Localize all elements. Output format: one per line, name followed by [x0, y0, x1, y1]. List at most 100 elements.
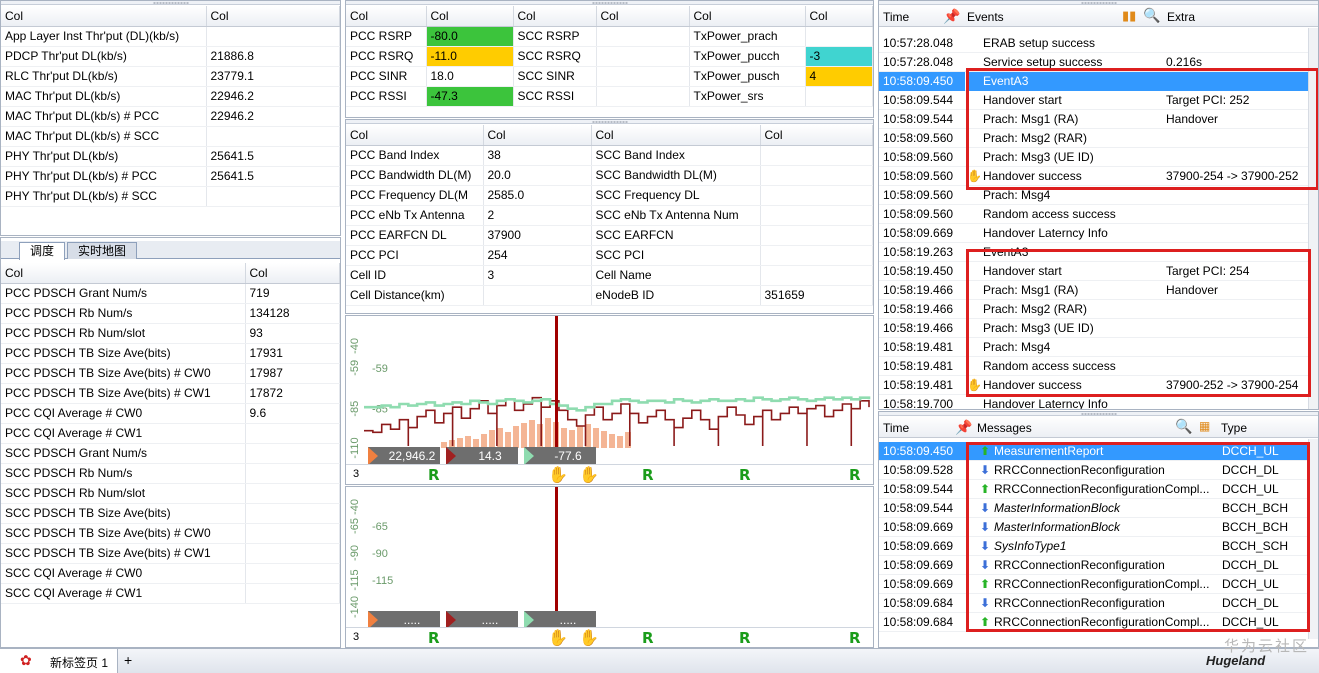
- reselection-r-icon[interactable]: R: [428, 629, 440, 647]
- signal-chart-top[interactable]: -40 -59 -59 -85 -85 -110 22,946.2 14.3 -77.6 …: [345, 315, 874, 485]
- reselection-r-icon[interactable]: R: [739, 629, 751, 647]
- column-header[interactable]: Col: [760, 125, 873, 146]
- table-row[interactable]: SCC PDSCH Rb Num/s: [1, 463, 340, 484]
- handover-hand-icon[interactable]: ✋: [548, 628, 568, 647]
- column-header[interactable]: Col: [245, 263, 340, 284]
- column-header-time[interactable]: Time: [883, 10, 909, 24]
- events-scrollbar[interactable]: [1308, 28, 1318, 409]
- handover-hand-icon[interactable]: ✋: [579, 628, 599, 647]
- table-row[interactable]: PCC PDSCH TB Size Ave(bits) 17931: [1, 343, 340, 364]
- event-row[interactable]: 10:58:19.450 Handover start Target PCI: 25…: [879, 262, 1308, 281]
- event-row[interactable]: 10:58:09.560 ✋ Handover success 37900-254 -…: [879, 167, 1308, 186]
- message-row[interactable]: 10:58:09.528 ⬇ RRCConnectionReconfiguratio…: [879, 461, 1308, 480]
- table-row[interactable]: SCC PDSCH TB Size Ave(bits) # CW0: [1, 523, 340, 544]
- table-row[interactable]: SCC PDSCH Grant Num/s: [1, 443, 340, 464]
- reselection-r-icon[interactable]: R: [849, 629, 861, 647]
- reselection-r-icon[interactable]: R: [642, 466, 654, 484]
- handover-hand-icon[interactable]: ✋: [579, 465, 599, 484]
- message-row[interactable]: 10:58:09.669 ⬆ RRCConnectionReconfiguratio…: [879, 575, 1308, 594]
- column-header[interactable]: Col: [206, 6, 340, 27]
- signal-chart-bottom[interactable]: -40 -65 -65 -90 -90 -115 -115 -140 ..... ..... …: [345, 486, 874, 648]
- resize-grip[interactable]: [1, 1, 340, 5]
- event-row[interactable]: 10:58:09.450 EventA3: [879, 72, 1309, 91]
- table-row[interactable]: PCC PDSCH Rb Num/s 134128: [1, 303, 340, 324]
- tab-realtime-map[interactable]: 实时地图: [67, 242, 138, 259]
- event-row[interactable]: 10:57:28.048 ERAB setup success: [879, 34, 1308, 53]
- add-tab-button[interactable]: +: [124, 652, 132, 668]
- event-row[interactable]: 10:58:19.481 Prach: Msg4: [879, 338, 1308, 357]
- pin-icon[interactable]: 📌: [955, 419, 972, 436]
- column-header[interactable]: Col: [426, 6, 514, 27]
- column-header[interactable]: Col: [346, 125, 484, 146]
- message-row[interactable]: 10:58:09.669 ⬇ SysInfoType1 BCCH_SCH: [879, 537, 1308, 556]
- table-row[interactable]: PCC PDSCH Rb Num/slot 93: [1, 323, 340, 344]
- grid-filter-icon[interactable]: ▦: [1199, 419, 1210, 433]
- messages-scrollbar[interactable]: [1308, 439, 1318, 639]
- table-row[interactable]: SCC CQI Average # CW1: [1, 583, 340, 604]
- table-row[interactable]: RLC Thr'put DL(kb/s) 23779.1: [1, 66, 340, 87]
- table-row[interactable]: PCC eNb Tx Antenna 2 SCC eNb Tx Antenna Nu…: [346, 205, 873, 226]
- resize-grip[interactable]: [346, 1, 873, 5]
- table-row[interactable]: MAC Thr'put DL(kb/s) 22946.2: [1, 86, 340, 107]
- event-row[interactable]: 10:58:09.544 Prach: Msg1 (RA) Handover: [879, 110, 1308, 129]
- event-row[interactable]: 10:57:28.048 Service setup success 0.216s: [879, 53, 1308, 72]
- table-row[interactable]: SCC PDSCH TB Size Ave(bits) # CW1: [1, 543, 340, 564]
- message-row[interactable]: 10:58:09.684 ⬆ RRCConnectionReconfiguratio…: [879, 613, 1308, 632]
- event-row[interactable]: 10:58:19.700 Handover Laterncy Info: [879, 395, 1308, 409]
- table-row[interactable]: PDCP Thr'put DL(kb/s) 21886.8: [1, 46, 340, 67]
- event-row[interactable]: 10:58:19.466 Prach: Msg1 (RA) Handover: [879, 281, 1308, 300]
- message-row[interactable]: 10:58:09.544 ⬆ RRCConnectionReconfiguratio…: [879, 480, 1308, 499]
- column-header-messages[interactable]: Messages: [977, 421, 1032, 435]
- event-row[interactable]: 10:58:19.466 Prach: Msg3 (UE ID): [879, 319, 1308, 338]
- table-row[interactable]: PCC PDSCH TB Size Ave(bits) # CW0 17987: [1, 363, 340, 384]
- column-header[interactable]: Col: [513, 6, 597, 27]
- column-header[interactable]: Col: [346, 6, 427, 27]
- table-row[interactable]: MAC Thr'put DL(kb/s) # SCC: [1, 126, 340, 147]
- table-row[interactable]: Cell ID 3 Cell Name: [346, 265, 873, 286]
- table-row[interactable]: PCC CQI Average # CW0 9.6: [1, 403, 340, 424]
- table-row[interactable]: MAC Thr'put DL(kb/s) # PCC 22946.2: [1, 106, 340, 127]
- chart-filter-icon[interactable]: ▮▮: [1122, 8, 1136, 24]
- event-row[interactable]: 10:58:09.669 Handover Laterncy Info: [879, 224, 1308, 243]
- table-row[interactable]: PCC CQI Average # CW1: [1, 423, 340, 444]
- table-row[interactable]: App Layer Inst Thr'put (DL)(kb/s): [1, 26, 340, 47]
- table-row[interactable]: PHY Thr'put DL(kb/s) 25641.5: [1, 146, 340, 167]
- table-row[interactable]: PCC PCI 254 SCC PCI: [346, 245, 873, 266]
- column-header[interactable]: Col: [805, 6, 873, 27]
- table-row[interactable]: PCC RSSI -47.3 SCC RSSI TxPower_srs: [346, 86, 873, 107]
- column-header-events[interactable]: Events: [967, 10, 1004, 24]
- pin-icon[interactable]: 📌: [943, 8, 960, 25]
- event-row[interactable]: 10:58:09.544 Handover start Target PCI: 25…: [879, 91, 1308, 110]
- table-row[interactable]: SCC CQI Average # CW0: [1, 563, 340, 584]
- column-header[interactable]: Col: [1, 6, 207, 27]
- table-row[interactable]: SCC PDSCH Rb Num/slot: [1, 483, 340, 504]
- column-header-type[interactable]: Type: [1221, 421, 1247, 435]
- table-row[interactable]: PHY Thr'put DL(kb/s) # SCC: [1, 186, 340, 207]
- event-row[interactable]: 10:58:19.481 Random access success: [879, 357, 1308, 376]
- column-header-time[interactable]: Time: [883, 421, 909, 435]
- reselection-r-icon[interactable]: R: [428, 466, 440, 484]
- handover-hand-icon[interactable]: ✋: [548, 465, 568, 484]
- table-row[interactable]: Cell Distance(km) eNodeB ID 351659: [346, 285, 873, 306]
- event-row[interactable]: 10:58:09.560 Prach: Msg2 (RAR): [879, 129, 1308, 148]
- message-row[interactable]: 10:58:09.450 ⬆ MeasurementReport DCCH_UL: [879, 442, 1308, 461]
- time-cursor-line[interactable]: [555, 487, 558, 629]
- event-row[interactable]: 10:58:09.560 Prach: Msg4: [879, 186, 1308, 205]
- table-row[interactable]: PCC SINR 18.0 SCC SINR TxPower_pusch 4: [346, 66, 873, 87]
- table-row[interactable]: PCC RSRQ -11.0 SCC RSRQ TxPower_pucch -3: [346, 46, 873, 67]
- reselection-r-icon[interactable]: R: [739, 466, 751, 484]
- reselection-r-icon[interactable]: R: [642, 629, 654, 647]
- table-row[interactable]: PHY Thr'put DL(kb/s) # PCC 25641.5: [1, 166, 340, 187]
- search-icon[interactable]: 🔍: [1175, 418, 1192, 435]
- message-row[interactable]: 10:58:09.684 ⬇ RRCConnectionReconfiguratio…: [879, 594, 1308, 613]
- time-cursor-line[interactable]: [555, 316, 558, 466]
- table-row[interactable]: PCC PDSCH TB Size Ave(bits) # CW1 17872: [1, 383, 340, 404]
- table-row[interactable]: PCC PDSCH Grant Num/s 719: [1, 283, 340, 304]
- resize-grip[interactable]: [346, 120, 873, 124]
- column-header[interactable]: Col: [483, 125, 592, 146]
- event-row[interactable]: 10:58:19.481 ✋ Handover success 37900-252 -…: [879, 376, 1308, 395]
- column-header[interactable]: Col: [596, 6, 690, 27]
- table-row[interactable]: PCC Frequency DL(M 2585.0 SCC Frequency DL: [346, 185, 873, 206]
- event-row[interactable]: 10:58:19.263 EventA3: [879, 243, 1308, 262]
- message-row[interactable]: 10:58:09.669 ⬇ RRCConnectionReconfiguratio…: [879, 556, 1308, 575]
